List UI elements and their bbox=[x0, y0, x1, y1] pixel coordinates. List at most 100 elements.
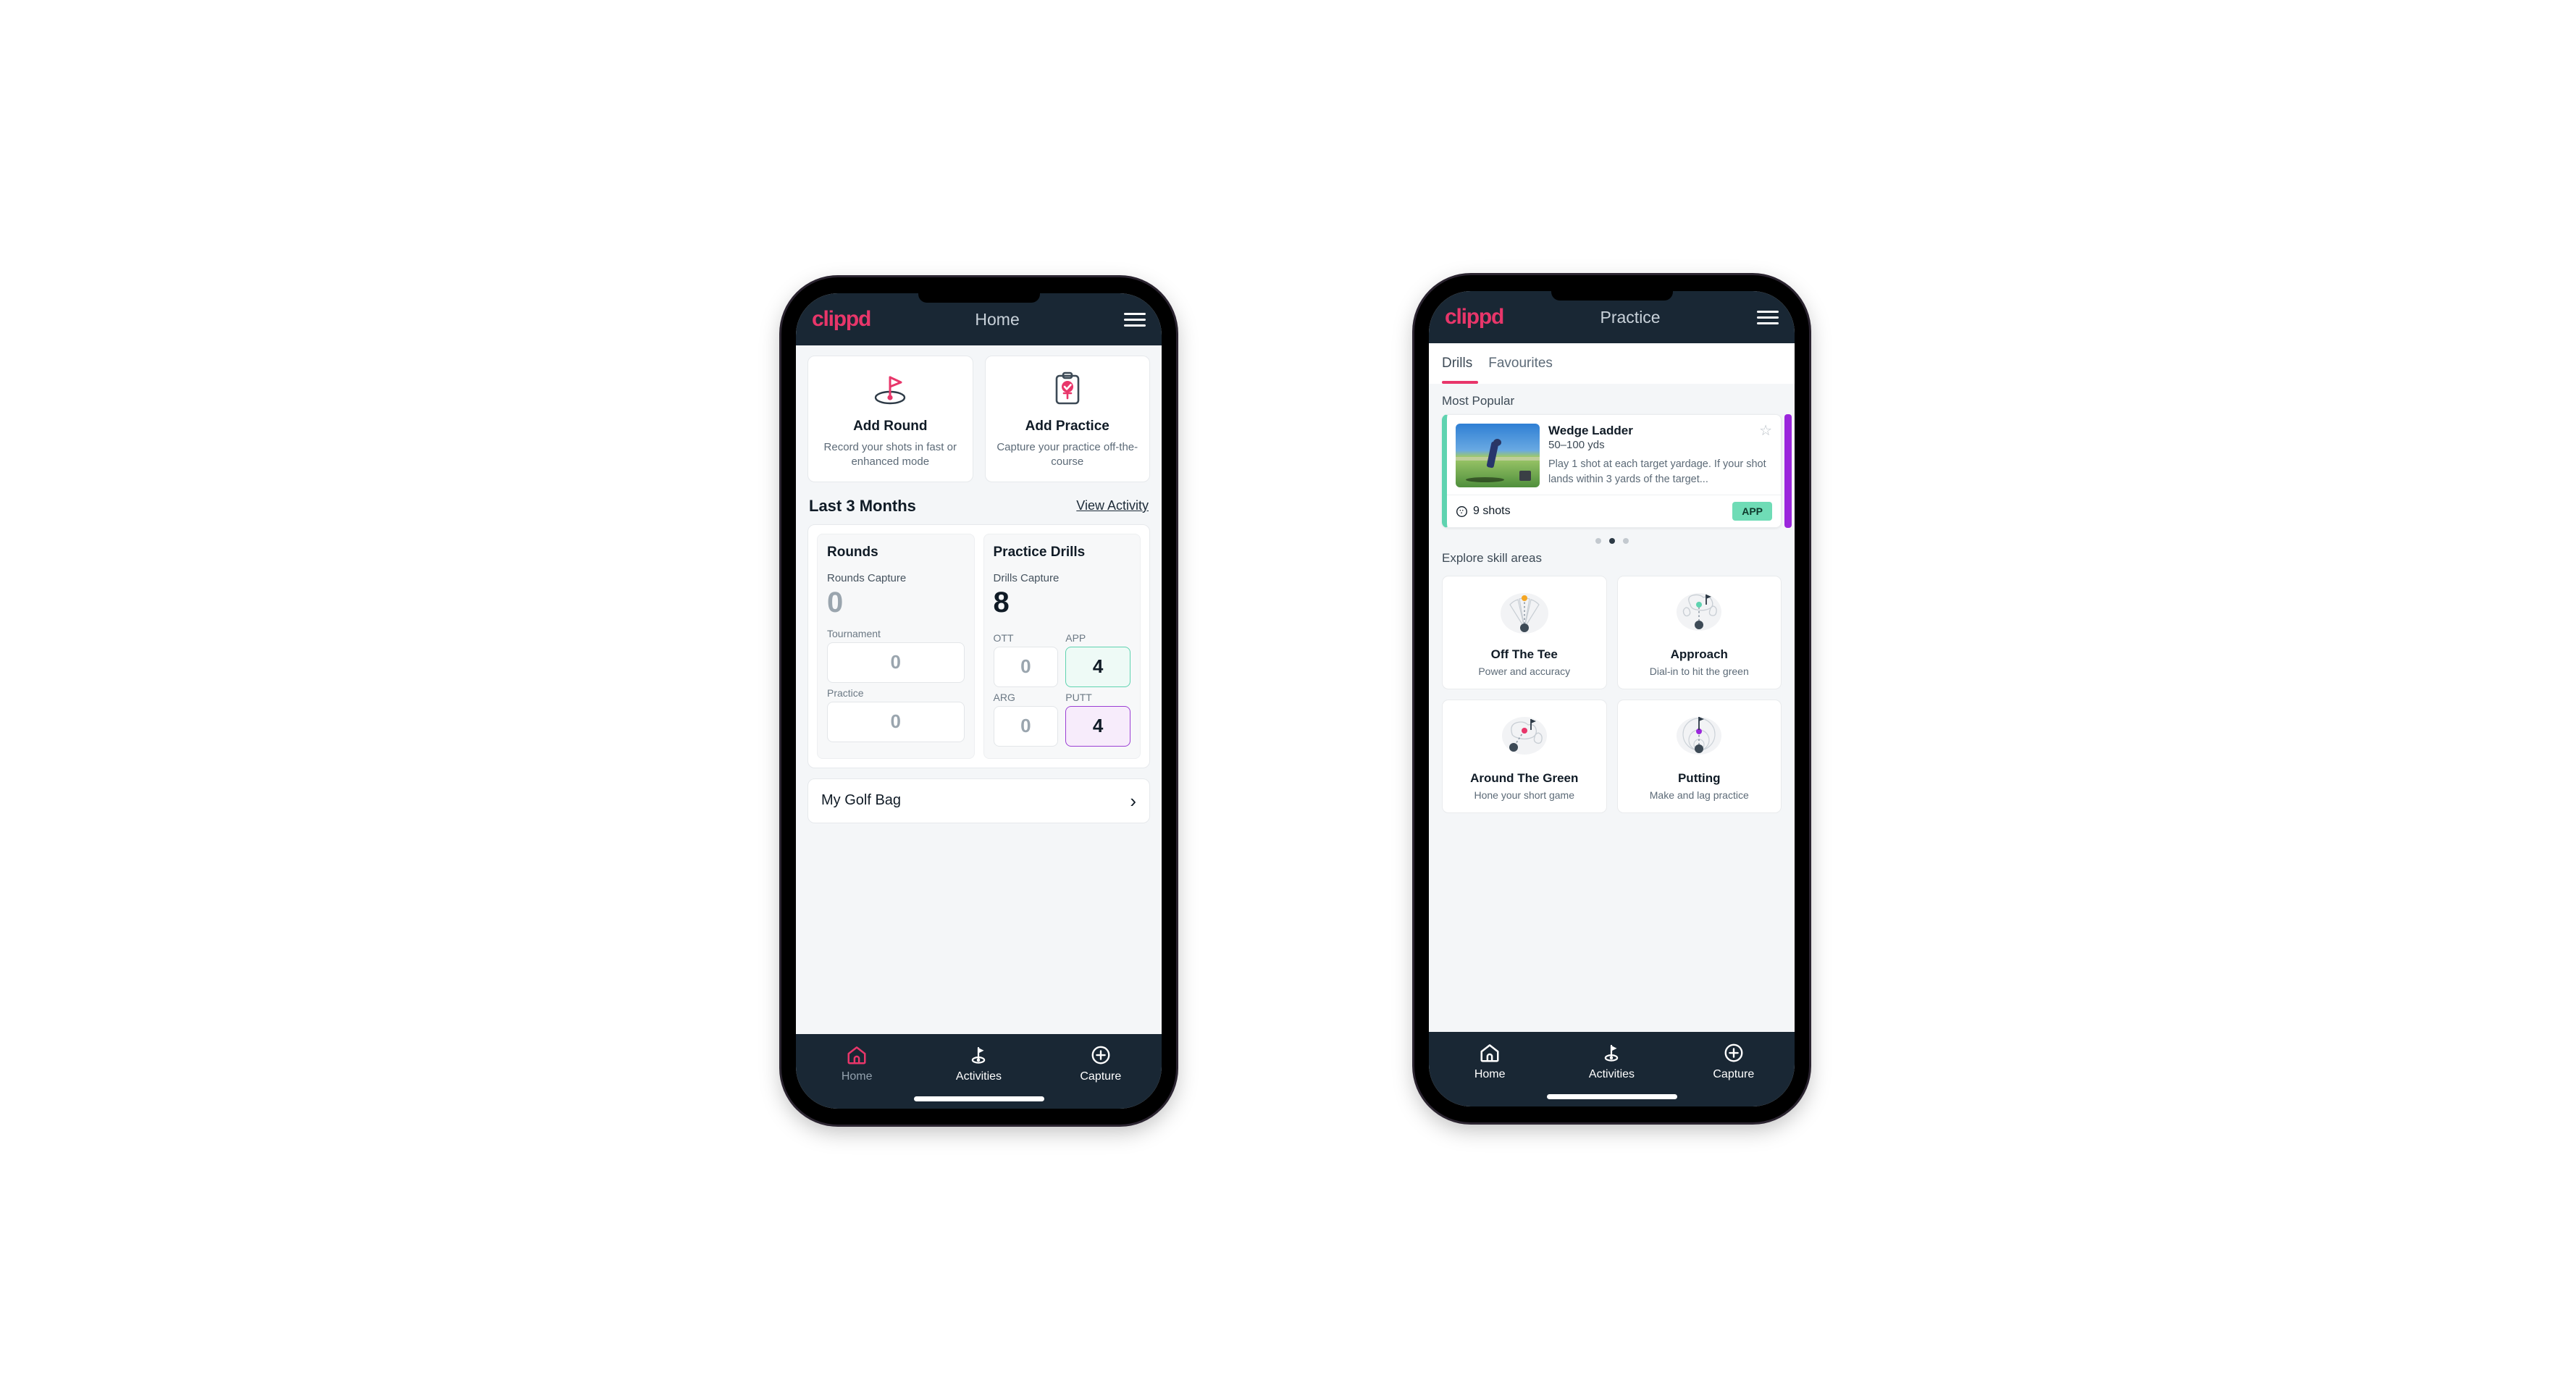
last-3-months-header: Last 3 Months View Activity bbox=[796, 482, 1162, 524]
clipboard-check-icon bbox=[993, 369, 1143, 410]
add-round-title: Add Round bbox=[853, 419, 928, 434]
device-notch bbox=[1551, 291, 1673, 301]
clippd-logo[interactable]: clippd bbox=[812, 308, 871, 330]
section-title: Last 3 Months bbox=[809, 496, 916, 515]
stats-card: Rounds Rounds Capture 0 Tournament 0 Pra… bbox=[807, 524, 1150, 768]
screen-practice: clippd Practice Drills Favourites Most P… bbox=[1429, 291, 1795, 1106]
nav-label-activities: Activities bbox=[955, 1070, 1002, 1083]
tab-drills[interactable]: Drills bbox=[1442, 343, 1488, 384]
page-title: Practice bbox=[1600, 307, 1661, 327]
canvas: clippd Home Add Round Record your shots … bbox=[0, 0, 2576, 1386]
tournament-label: Tournament bbox=[827, 627, 881, 639]
add-practice-card[interactable]: Add Practice Capture your practice off-t… bbox=[984, 356, 1150, 482]
home-content: Add Round Record your shots in fast or e… bbox=[796, 345, 1162, 1034]
carousel-dot[interactable] bbox=[1622, 538, 1629, 544]
app-label: APP bbox=[1065, 631, 1086, 644]
drills-capture-value: 8 bbox=[993, 586, 1010, 618]
skill-card-approach[interactable]: Approach Dial-in to hit the green bbox=[1616, 576, 1782, 689]
add-round-card[interactable]: Add Round Record your shots in fast or e… bbox=[807, 356, 973, 482]
tab-favourites-label: Favourites bbox=[1488, 356, 1553, 371]
practice-value[interactable]: 0 bbox=[827, 701, 965, 742]
rounds-capture-value: 0 bbox=[827, 586, 844, 618]
skill-areas-grid: Off The Tee Power and accuracy Approach … bbox=[1429, 571, 1795, 813]
nav-label-home: Home bbox=[1474, 1068, 1506, 1080]
page-title: Home bbox=[975, 309, 1020, 329]
skill-card-putting[interactable]: Putting Make and lag practice bbox=[1616, 700, 1782, 813]
putt-value[interactable]: 4 bbox=[1065, 705, 1130, 747]
arg-label: ARG bbox=[993, 691, 1015, 703]
rounds-capture-label: Rounds Capture bbox=[827, 571, 907, 584]
home-indicator bbox=[913, 1096, 1044, 1101]
skill-title-around-the-green: Around The Green bbox=[1470, 771, 1579, 785]
clippd-logo[interactable]: clippd bbox=[1445, 306, 1504, 328]
skill-card-around-the-green[interactable]: Around The Green Hone your short game bbox=[1442, 700, 1607, 813]
my-golf-bag-row[interactable]: My Golf Bag › bbox=[807, 778, 1150, 823]
add-practice-subtitle: Capture your practice off-the-course bbox=[997, 441, 1138, 469]
view-activity-link[interactable]: View Activity bbox=[1076, 498, 1149, 513]
drill-title: Wedge Ladder bbox=[1548, 424, 1633, 437]
practice-content: Drills Favourites Most Popular Wedge Lad… bbox=[1429, 343, 1795, 1032]
drill-category-badge: APP bbox=[1732, 502, 1772, 521]
skill-sub-off-the-tee: Power and accuracy bbox=[1478, 665, 1571, 677]
putting-rings-icon bbox=[1624, 710, 1776, 765]
nav-label-activities: Activities bbox=[1588, 1068, 1635, 1080]
approach-green-icon bbox=[1624, 587, 1776, 642]
tab-favourites[interactable]: Favourites bbox=[1488, 343, 1564, 384]
plus-circle-icon bbox=[1091, 1046, 1110, 1064]
phone-device-practice: clippd Practice Drills Favourites Most P… bbox=[1414, 275, 1809, 1122]
carousel-dot-active[interactable] bbox=[1608, 538, 1615, 544]
quick-actions-row: Add Round Record your shots in fast or e… bbox=[807, 356, 1150, 482]
tee-shot-dispersion-icon bbox=[1448, 587, 1600, 642]
home-indicator bbox=[1546, 1094, 1677, 1099]
nav-item-capture[interactable]: Capture bbox=[1673, 1042, 1795, 1081]
drill-card-wedge-ladder[interactable]: Wedge Ladder 50–100 yds ☆ Play 1 shot at… bbox=[1442, 414, 1782, 528]
hamburger-menu-icon[interactable] bbox=[1756, 310, 1779, 324]
arg-value[interactable]: 0 bbox=[993, 705, 1059, 747]
nav-label-capture: Capture bbox=[1713, 1068, 1755, 1080]
bottom-nav-home: Home Activities Capture bbox=[796, 1034, 1162, 1109]
chevron-right-icon: › bbox=[1130, 789, 1136, 812]
golf-ball-icon bbox=[1456, 505, 1467, 517]
most-popular-label: Most Popular bbox=[1442, 394, 1515, 408]
hamburger-menu-icon[interactable] bbox=[1124, 312, 1146, 327]
skill-sub-putting: Make and lag practice bbox=[1649, 789, 1749, 801]
drill-thumbnail bbox=[1456, 424, 1540, 487]
explore-skill-areas-label: Explore skill areas bbox=[1442, 551, 1542, 565]
drills-capture-label: Drills Capture bbox=[993, 571, 1060, 584]
screen-home: clippd Home Add Round Record your shots … bbox=[796, 293, 1162, 1109]
skill-title-putting: Putting bbox=[1677, 771, 1721, 785]
nav-item-capture[interactable]: Capture bbox=[1040, 1044, 1162, 1083]
ott-value[interactable]: 0 bbox=[993, 646, 1059, 687]
tab-drills-label: Drills bbox=[1442, 356, 1473, 371]
drill-subtitle: 50–100 yds bbox=[1548, 439, 1605, 451]
drill-carousel[interactable]: Wedge Ladder 50–100 yds ☆ Play 1 shot at… bbox=[1429, 414, 1795, 528]
nav-item-home[interactable]: Home bbox=[1429, 1042, 1551, 1081]
tournament-value[interactable]: 0 bbox=[827, 642, 965, 683]
skill-title-off-the-tee: Off The Tee bbox=[1490, 647, 1558, 661]
add-round-subtitle: Record your shots in fast or enhanced mo… bbox=[823, 441, 957, 469]
nav-item-home[interactable]: Home bbox=[796, 1044, 918, 1083]
carousel-dot[interactable] bbox=[1595, 538, 1601, 544]
next-card-peek[interactable] bbox=[1784, 414, 1792, 528]
nav-label-capture: Capture bbox=[1080, 1070, 1122, 1083]
chip-green-icon bbox=[1448, 710, 1600, 765]
ott-label: OTT bbox=[993, 631, 1014, 644]
practice-drills-column: Practice Drills Drills Capture 8 OTT 0 A… bbox=[983, 533, 1141, 759]
rounds-heading: Rounds bbox=[827, 544, 878, 560]
device-notch bbox=[918, 293, 1040, 303]
skill-card-off-the-tee[interactable]: Off The Tee Power and accuracy bbox=[1442, 576, 1607, 689]
app-value[interactable]: 4 bbox=[1065, 646, 1130, 687]
home-icon bbox=[1480, 1044, 1499, 1062]
bottom-nav-practice: Home Activities Capture bbox=[1429, 1032, 1795, 1106]
carousel-dots bbox=[1429, 528, 1795, 548]
star-outline-icon[interactable]: ☆ bbox=[1759, 424, 1772, 438]
skill-title-approach: Approach bbox=[1670, 647, 1728, 661]
nav-item-activities[interactable]: Activities bbox=[918, 1044, 1039, 1083]
golf-flag-icon bbox=[1605, 1044, 1619, 1062]
nav-item-activities[interactable]: Activities bbox=[1551, 1042, 1672, 1081]
drill-description: Play 1 shot at each target yardage. If y… bbox=[1548, 458, 1766, 485]
skill-sub-approach: Dial-in to hit the green bbox=[1649, 665, 1749, 677]
nav-label-home: Home bbox=[841, 1070, 873, 1083]
home-icon bbox=[847, 1046, 866, 1064]
practice-label: Practice bbox=[827, 686, 864, 699]
